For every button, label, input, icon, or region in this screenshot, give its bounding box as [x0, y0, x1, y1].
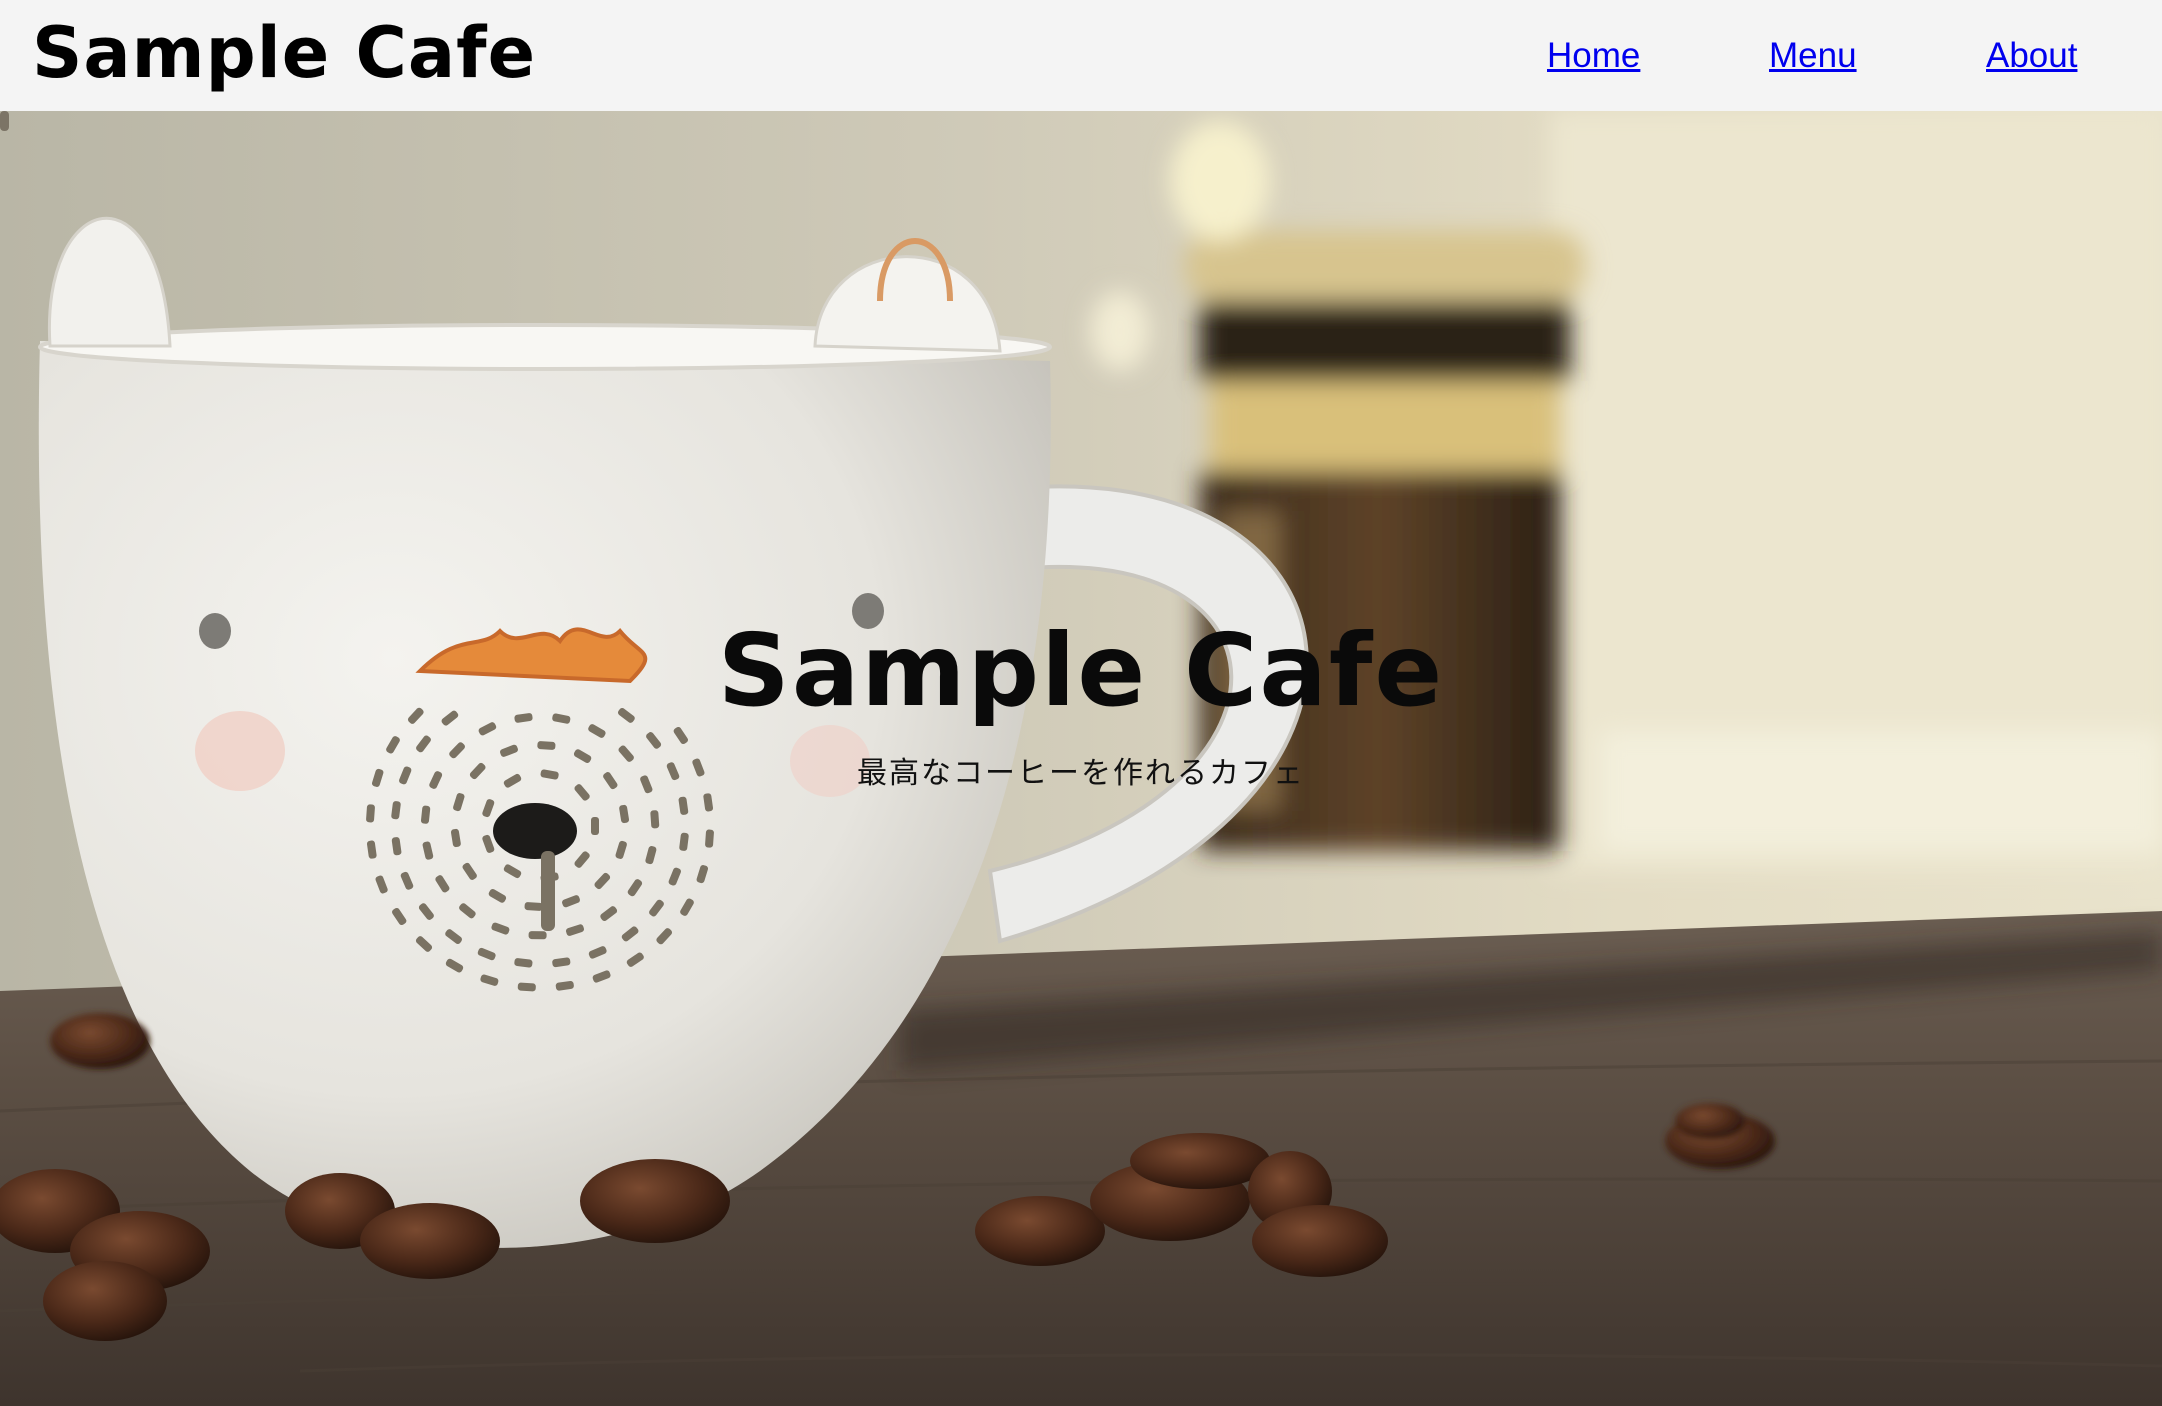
nav-link-menu[interactable]: Menu	[1769, 28, 1857, 84]
hero-section: Sample Cafe 最高なコーヒーを作れるカフェ	[0, 111, 2162, 1406]
hero-title: Sample Cafe	[717, 612, 1445, 729]
site-header: Sample Cafe Home Menu About	[0, 0, 2162, 111]
site-logo-text[interactable]: Sample Cafe	[32, 8, 536, 98]
nav-link-home[interactable]: Home	[1547, 28, 1640, 84]
hero-subtitle: 最高なコーヒーを作れるカフェ	[857, 756, 1305, 791]
nav-link-about[interactable]: About	[1986, 28, 2077, 84]
